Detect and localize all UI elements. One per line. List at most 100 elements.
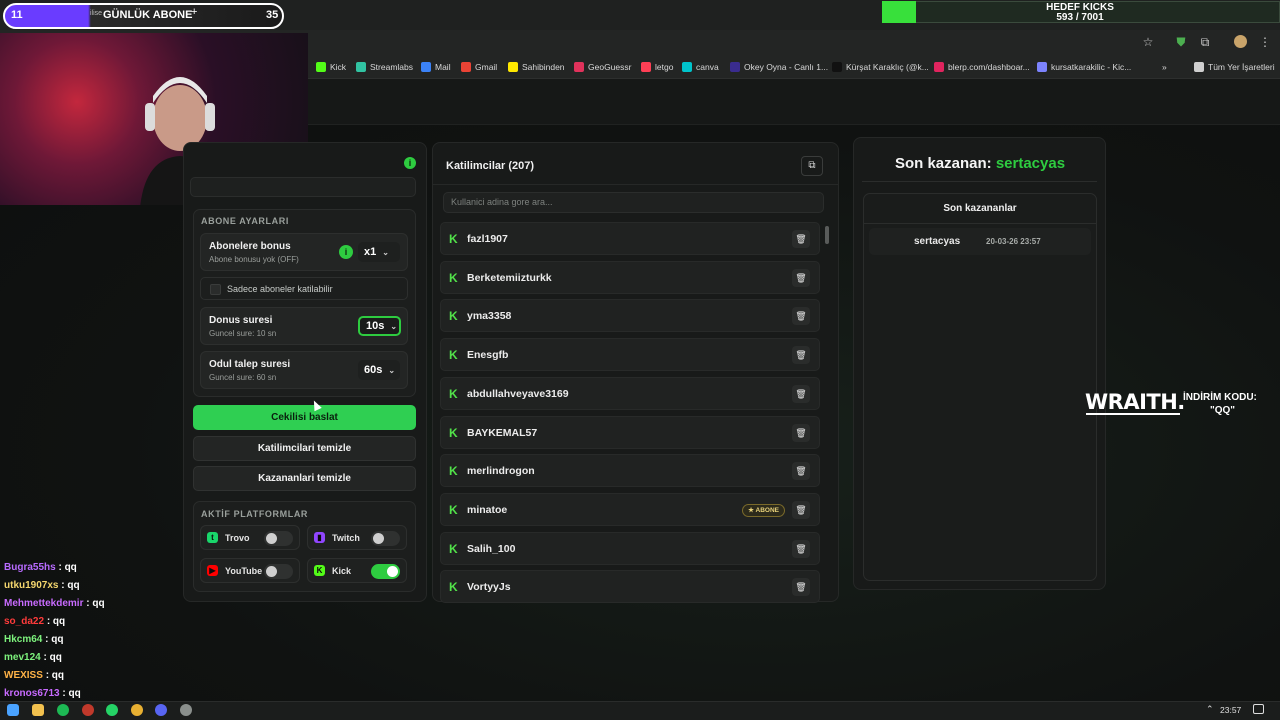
sub-bonus-info-icon[interactable]: i [339, 245, 353, 259]
chat-message: WEXISS : qq [4, 670, 64, 681]
trash-icon[interactable]: 🗑 [792, 578, 810, 597]
platform-toggle[interactable] [371, 564, 400, 579]
profile-avatar[interactable] [1234, 35, 1247, 48]
sub-goal-target: 35 [266, 9, 279, 21]
claim-time-select[interactable]: 60s ⌄ [358, 360, 400, 380]
bonus-time-value: 10s [366, 320, 385, 332]
trash-icon[interactable]: 🗑 [792, 307, 810, 326]
opera-icon[interactable] [82, 704, 94, 716]
discord-icon[interactable] [155, 704, 167, 716]
bookmark-item[interactable]: Kick [316, 60, 346, 74]
participant-name: merlindrogon [467, 465, 535, 478]
info-icon[interactable]: i [404, 157, 416, 169]
kick-icon: K [449, 348, 458, 363]
bookmark-item[interactable]: canva [682, 60, 719, 74]
bookmark-item[interactable]: Sahibinden [508, 60, 565, 74]
bookmark-favicon-icon [1037, 62, 1047, 72]
trash-icon[interactable]: 🗑 [792, 500, 810, 519]
obs-icon[interactable] [180, 704, 192, 716]
chat-username: WEXISS [4, 670, 43, 681]
bookmark-item[interactable]: kursatkarakilic - Kic... [1037, 60, 1131, 74]
bookmark-item[interactable]: Gmail [461, 60, 497, 74]
bonus-time-select[interactable]: 10s ⌄ [358, 316, 401, 336]
participant-name: Berketemiizturkk [467, 271, 552, 284]
chat-message: Bugra55hs : qq [4, 562, 77, 573]
shield-icon[interactable]: ⛊ [1174, 35, 1188, 49]
settings-input[interactable] [190, 177, 416, 197]
bookmark-favicon-icon [461, 62, 471, 72]
spotify-icon[interactable] [57, 704, 69, 716]
trash-icon[interactable]: 🗑 [792, 384, 810, 403]
claim-time-setting: Odul talep suresi Guncel sure: 60 sn 60s… [200, 351, 408, 389]
platform-toggle[interactable] [264, 564, 293, 579]
participant-name: VortyyJs [467, 581, 511, 594]
clear-participants-button[interactable]: Katilimcilari temizle [193, 436, 416, 461]
chevron-down-icon: ⌄ [390, 321, 398, 331]
bookmark-favicon-icon [356, 62, 366, 72]
sub-bonus-setting: Abonelere bonus Abone bonusu yok (OFF) i… [200, 233, 408, 271]
whatsapp-icon[interactable] [106, 704, 118, 716]
participants-scrollbar[interactable] [825, 226, 829, 244]
participant-row: K Enesgfb 🗑 [440, 338, 820, 372]
start-raffle-button[interactable]: Cekilisi baslat [193, 405, 416, 430]
kick-goal-fill [882, 1, 916, 23]
trash-icon[interactable]: 🗑 [792, 268, 810, 287]
winner-row [869, 228, 1091, 255]
kick-icon: K [314, 565, 325, 576]
participant-row: K BAYKEMAL57 🗑 [440, 415, 820, 449]
bookmark-item[interactable]: Kürşat Karaklıç (@k... [832, 60, 929, 74]
subs-only-row[interactable]: Sadece aboneler katilabilir [200, 277, 408, 300]
file-explorer-icon[interactable] [32, 704, 44, 716]
last-winner-prefix: Son kazanan: [894, 155, 992, 172]
notification-icon[interactable] [1253, 704, 1264, 714]
trash-icon[interactable]: 🗑 [792, 230, 810, 248]
kick-icon: K [449, 580, 458, 595]
subs-only-label: Sadece aboneler katilabilir [227, 284, 333, 294]
platform-toggle[interactable] [264, 531, 293, 546]
bookmark-item[interactable]: Okey Oyna - Canlı 1... [730, 60, 828, 74]
bookmark-item[interactable]: Tüm Yer İşaretleri [1194, 60, 1275, 74]
extensions-icon[interactable]: ⧉ [1198, 35, 1212, 49]
participant-search-input[interactable]: Kullanici adina gore ara... [443, 192, 824, 213]
kick-icon: K [449, 232, 458, 246]
windows-start-icon[interactable] [7, 704, 19, 716]
star-icon[interactable]: ☆ [1141, 35, 1155, 49]
sub-bonus-select[interactable]: x1 ⌄ [358, 242, 400, 262]
bookmark-favicon-icon [730, 62, 740, 72]
bookmark-favicon-icon [421, 62, 431, 72]
claim-time-label: Odul talep suresi [209, 359, 291, 370]
bookmark-item[interactable]: blerp.com/dashboar... [934, 60, 1030, 74]
trash-icon[interactable]: 🗑 [792, 423, 810, 442]
bookmark-item[interactable]: letgo [641, 60, 673, 74]
sub-goal-plus: + [191, 6, 198, 18]
platform-toggle[interactable] [371, 531, 400, 546]
trash-icon[interactable]: 🗑 [792, 346, 810, 365]
chat-username: so_da22 [4, 616, 45, 627]
clear-winners-button[interactable]: Kazananlari temizle [193, 466, 416, 491]
trash-icon[interactable]: 🗑 [792, 462, 810, 481]
chrome-icon[interactable] [131, 704, 143, 716]
youtube-icon: ▶ [207, 565, 218, 576]
menu-icon[interactable]: ⋮ [1258, 35, 1272, 49]
chat-message: kronos6713 : qq [4, 688, 81, 699]
chevron-up-icon[interactable]: ⌃ [1206, 704, 1214, 715]
participant-row: Kminatoe ★ ABONE 🗑 [440, 492, 820, 526]
trash-icon[interactable]: 🗑 [792, 539, 810, 558]
bookmarks-overflow-icon[interactable]: » [1162, 60, 1167, 74]
participants-title: Katilimcilar (207) [446, 160, 535, 172]
chat-text: : qq [62, 688, 81, 699]
participant-name: abdullahveyave3169 [467, 387, 569, 400]
sponsor-underline [1086, 413, 1180, 415]
bookmark-favicon-icon [1194, 62, 1204, 72]
chat-username: Hkcm64 [4, 634, 43, 645]
chat-text: : qq [45, 634, 64, 645]
bookmark-item[interactable]: GeoGuessr [574, 60, 631, 74]
promo-code-value: "QQ" [1210, 405, 1236, 416]
bookmark-item[interactable]: Streamlabs [356, 60, 413, 74]
claim-time-value: 60s [364, 364, 383, 376]
last-winner-name: sertacyas [995, 155, 1066, 172]
subs-only-checkbox[interactable] [210, 284, 221, 295]
copy-icon[interactable]: ⧉ [801, 156, 823, 176]
bookmark-item[interactable]: Mail [421, 60, 451, 74]
sub-bonus-label: Abonelere bonus [209, 241, 291, 252]
